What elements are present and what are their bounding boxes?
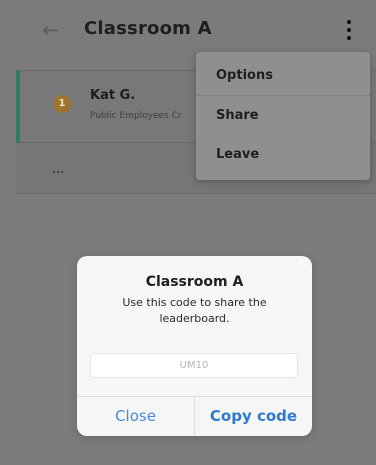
share-code-field[interactable]: UM10 bbox=[90, 353, 298, 378]
menu-item-options[interactable]: Options bbox=[216, 68, 273, 83]
options-menu: Options Share Leave bbox=[196, 52, 370, 180]
copy-code-button[interactable]: Copy code bbox=[195, 396, 312, 436]
user-subtitle: Public Employees Cr bbox=[90, 111, 182, 121]
rank-badge: 1 bbox=[53, 95, 71, 113]
screen: ← Classroom A 1 Kat G. Public Employees … bbox=[0, 0, 376, 465]
more-options-icon[interactable] bbox=[340, 16, 358, 44]
more-dot bbox=[347, 20, 351, 25]
more-dot bbox=[347, 35, 351, 40]
back-arrow-icon[interactable]: ← bbox=[42, 18, 66, 42]
user-name: Kat G. bbox=[90, 88, 136, 103]
menu-item-leave[interactable]: Leave bbox=[216, 147, 259, 162]
page-title: Classroom A bbox=[84, 18, 212, 39]
selected-accent-bar bbox=[16, 71, 20, 143]
menu-item-share[interactable]: Share bbox=[216, 108, 259, 123]
menu-divider bbox=[196, 95, 370, 96]
dialog-message: Use this code to share the leaderboard. bbox=[122, 296, 267, 325]
ellipsis-text: ... bbox=[52, 162, 65, 177]
close-button[interactable]: Close bbox=[77, 396, 194, 436]
share-code-dialog: Classroom A Use this code to share the l… bbox=[77, 256, 312, 436]
more-dot bbox=[347, 28, 351, 32]
dialog-title: Classroom A bbox=[145, 274, 244, 290]
